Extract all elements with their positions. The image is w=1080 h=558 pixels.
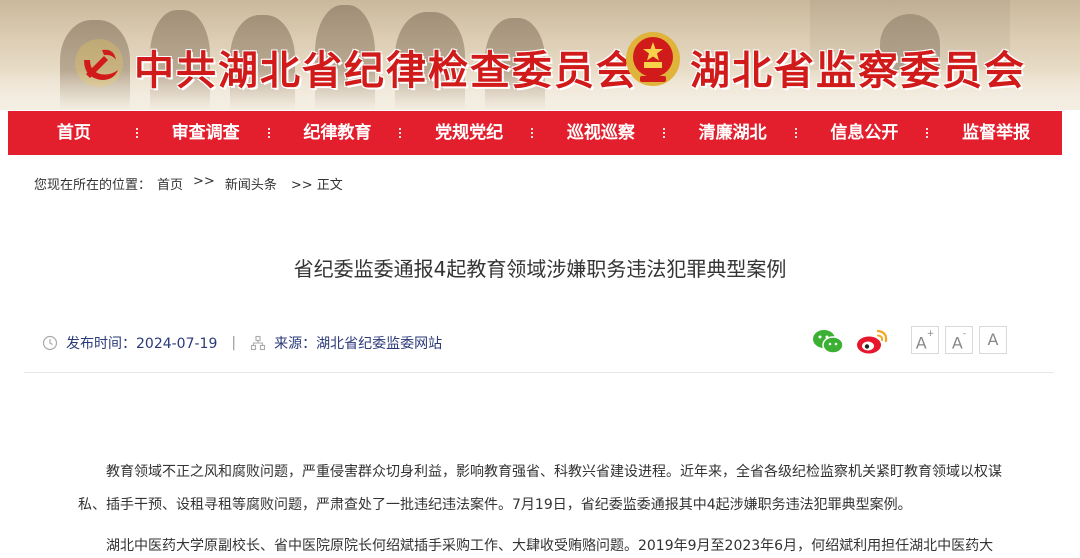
main-nav: 首页 审查调查 纪律教育 党规党纪 巡视巡察 清廉湖北 信息公开 监督举报 — [8, 111, 1062, 155]
article-paragraph: 湖北中医药大学原副校长、省中医院原院长何绍斌插手采购工作、大肆收受贿赂问题。20… — [106, 538, 994, 554]
breadcrumb-prefix: 您现在所在的位置： — [34, 178, 152, 193]
nav-item-inspection[interactable]: 巡视巡察 — [535, 111, 667, 155]
nav-item-investigation[interactable]: 审查调查 — [140, 111, 272, 155]
article-meta: 发布时间：2024-07-19 | 来源：湖北省纪委监委网站 — [42, 333, 442, 353]
divider-line — [24, 372, 1054, 373]
font-size-reset-button[interactable]: A — [979, 326, 1007, 354]
font-size-increase-button[interactable]: A+ — [911, 326, 939, 354]
article-paragraph: 教育领域不正之风和腐败问题，严重侵害群众切身利益，影响教育强省、科教兴省建设进程… — [78, 464, 1002, 513]
national-emblem-icon — [626, 32, 680, 86]
clock-icon — [42, 335, 58, 351]
nav-item-report[interactable]: 监督举报 — [930, 111, 1062, 155]
breadcrumb-section-link[interactable]: 新闻头条 — [225, 174, 277, 193]
source-icon — [251, 335, 266, 351]
breadcrumb-home-link[interactable]: 首页 — [157, 174, 183, 193]
publish-date: 发布时间：2024-07-19 — [66, 336, 218, 352]
nav-item-party-regulations[interactable]: 党规党纪 — [403, 111, 535, 155]
wechat-icon[interactable] — [812, 328, 844, 356]
article-title: 省纪委监委通报4起教育领域涉嫌职务违法犯罪典型案例 — [293, 257, 787, 281]
font-size-decrease-button[interactable]: A- — [945, 326, 973, 354]
meta-divider: | — [231, 335, 237, 351]
nav-item-home[interactable]: 首页 — [8, 111, 140, 155]
breadcrumb-current: >> 正文 — [290, 178, 343, 193]
org-title-cpc: 中共湖北省纪律检查委员会 — [134, 47, 638, 94]
breadcrumb-separator: >> — [193, 174, 215, 189]
nav-item-info-disclosure[interactable]: 信息公开 — [799, 111, 931, 155]
nav-item-clean-hubei[interactable]: 清廉湖北 — [667, 111, 799, 155]
breadcrumb: 您现在所在的位置： 首页 >> 新闻头条 >> 正文 — [34, 174, 343, 193]
nav-item-discipline-education[interactable]: 纪律教育 — [272, 111, 404, 155]
weibo-icon[interactable] — [856, 328, 888, 356]
org-title-supervision: 湖北省监察委员会 — [690, 47, 1026, 94]
party-emblem-icon — [75, 39, 123, 87]
article-source: 来源：湖北省纪委监委网站 — [274, 336, 443, 352]
